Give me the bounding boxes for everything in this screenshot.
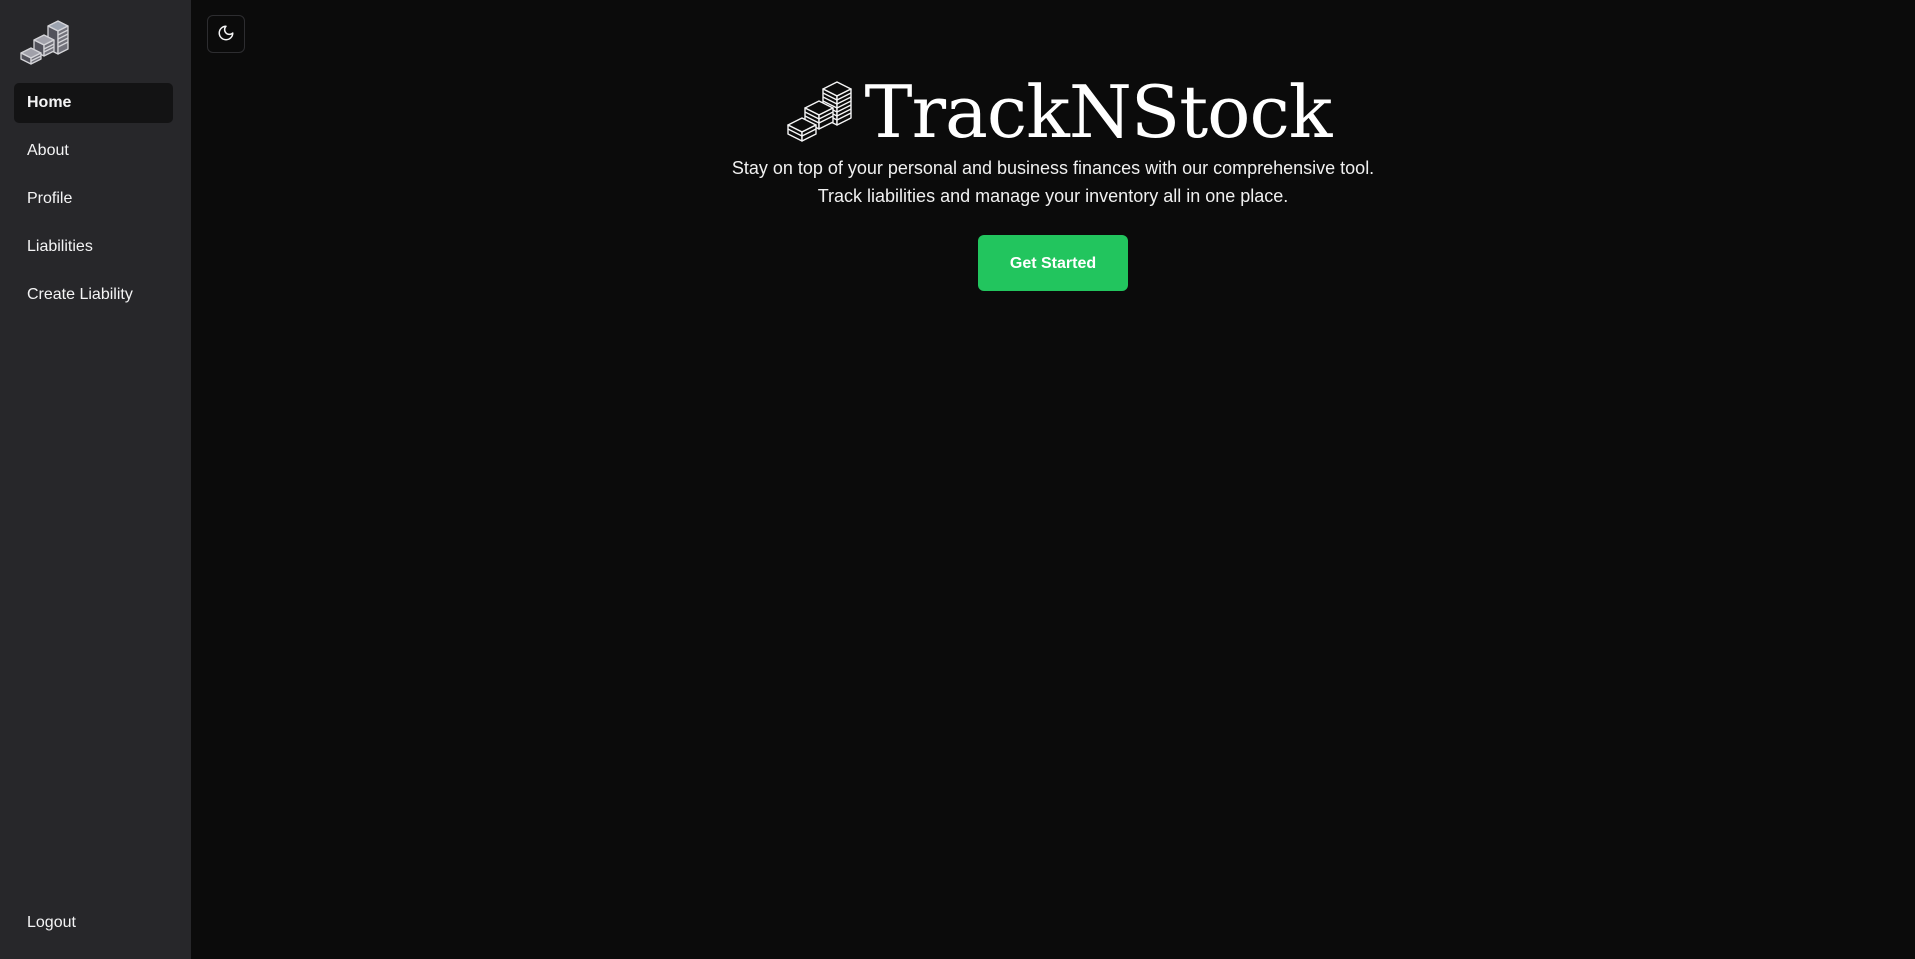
sidebar-item-label: Profile [27, 190, 73, 207]
sidebar-item-label: Create Liability [27, 286, 133, 303]
moon-icon [217, 24, 235, 45]
sidebar-nav: Home About Profile Liabilities Create Li… [14, 83, 173, 323]
hero-subtitle-line-2: Track liabilities and manage your invent… [817, 186, 1289, 206]
logout-link[interactable]: Logout [27, 914, 76, 932]
stacked-boxes-logo-icon[interactable] [18, 20, 72, 70]
app-root: Home About Profile Liabilities Create Li… [0, 0, 1915, 959]
hero-subtitle: Stay on top of your personal and busines… [703, 154, 1403, 210]
hero-subtitle-line-1: Stay on top of your personal and busines… [731, 158, 1375, 178]
sidebar-item-liabilities[interactable]: Liabilities [14, 227, 173, 267]
page-title: TrackNStock [864, 70, 1333, 154]
sidebar-item-label: Home [27, 94, 72, 111]
get-started-button[interactable]: Get Started [978, 235, 1128, 291]
sidebar-item-profile[interactable]: Profile [14, 179, 173, 219]
sidebar-item-home[interactable]: Home [14, 83, 173, 123]
sidebar-item-label: Liabilities [27, 238, 93, 255]
sidebar-item-create-liability[interactable]: Create Liability [14, 275, 173, 315]
sidebar-item-about[interactable]: About [14, 131, 173, 171]
sidebar-item-label: About [27, 142, 69, 159]
hero-title-row: TrackNStock [201, 72, 1915, 152]
hero-section: TrackNStock Stay on top of your personal… [191, 72, 1915, 291]
stacked-boxes-logo-icon [785, 81, 855, 147]
sidebar: Home About Profile Liabilities Create Li… [0, 0, 191, 959]
theme-toggle-button[interactable] [207, 15, 245, 53]
main-content: TrackNStock Stay on top of your personal… [191, 0, 1915, 959]
